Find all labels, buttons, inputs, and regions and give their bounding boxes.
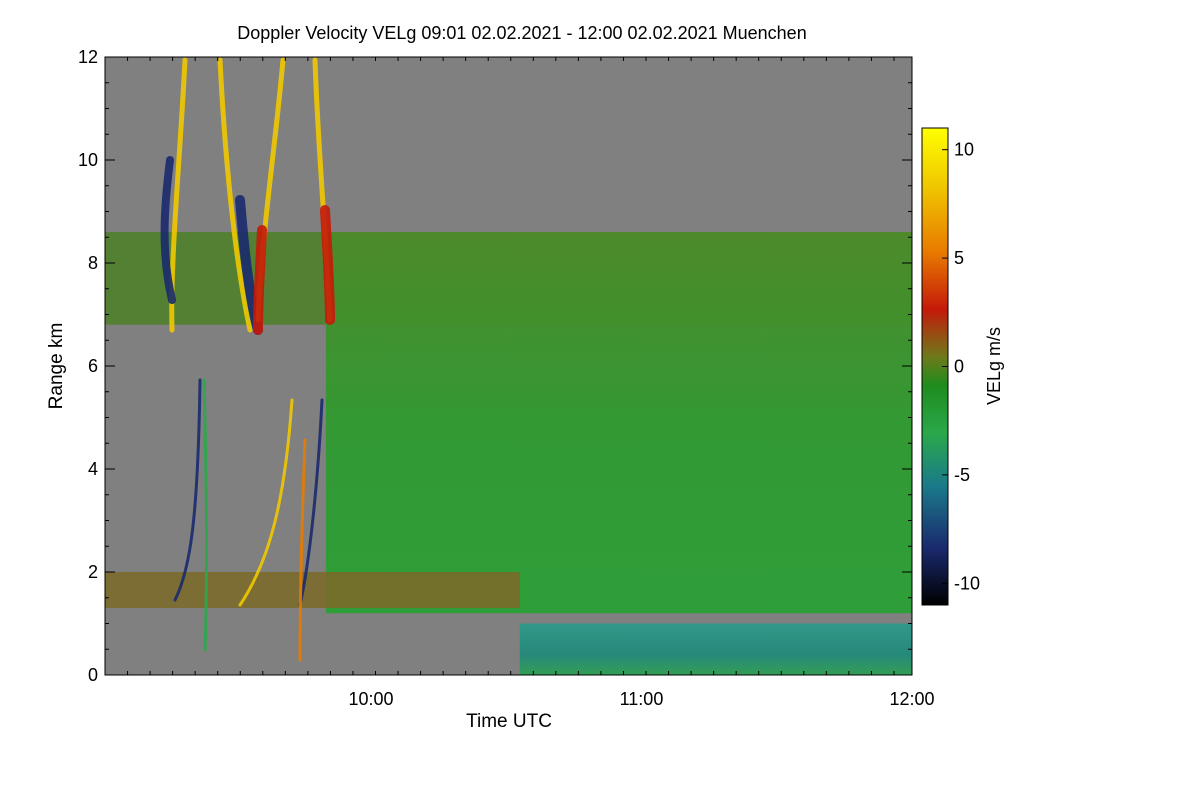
chart-title: Doppler Velocity VELg 09:01 02.02.2021 -… [237,23,806,43]
plot-area [104,56,913,676]
streak-8 [320,205,335,325]
colorbar-tick-label: -5 [954,465,970,485]
streak-6 [253,225,267,335]
y-tick-label: 10 [78,150,98,170]
x-tick-label: 10:00 [348,689,393,709]
region-1 [325,232,912,614]
y-tick-label: 8 [88,253,98,273]
y-tick-label: 2 [88,562,98,582]
y-tick-label: 0 [88,665,98,685]
chart-svg: Doppler Velocity VELg 09:01 02.02.2021 -… [46,23,1004,732]
clear-air-gap [105,324,326,572]
colorbar-tick-label: 0 [954,357,964,377]
y-tick-label: 12 [78,47,98,67]
x-tick-label: 11:00 [620,689,664,709]
colorbar-label: VELg m/s [984,327,1004,405]
colorbar-tick-label: -10 [954,573,980,593]
colorbar-tick-label: 5 [954,248,964,268]
region-2 [519,623,912,675]
colorbar-tick-label: 10 [954,140,974,160]
colorbar: -10 -5 0 5 10 VELg m/s [921,127,1004,606]
region-3 [105,572,520,609]
y-tick-label: 6 [88,356,98,376]
y-tick-label: 4 [88,459,98,479]
x-tick-label: 12:00 [889,689,934,709]
x-axis-label: Time UTC [466,711,552,732]
y-axis-label: Range km [46,323,67,410]
